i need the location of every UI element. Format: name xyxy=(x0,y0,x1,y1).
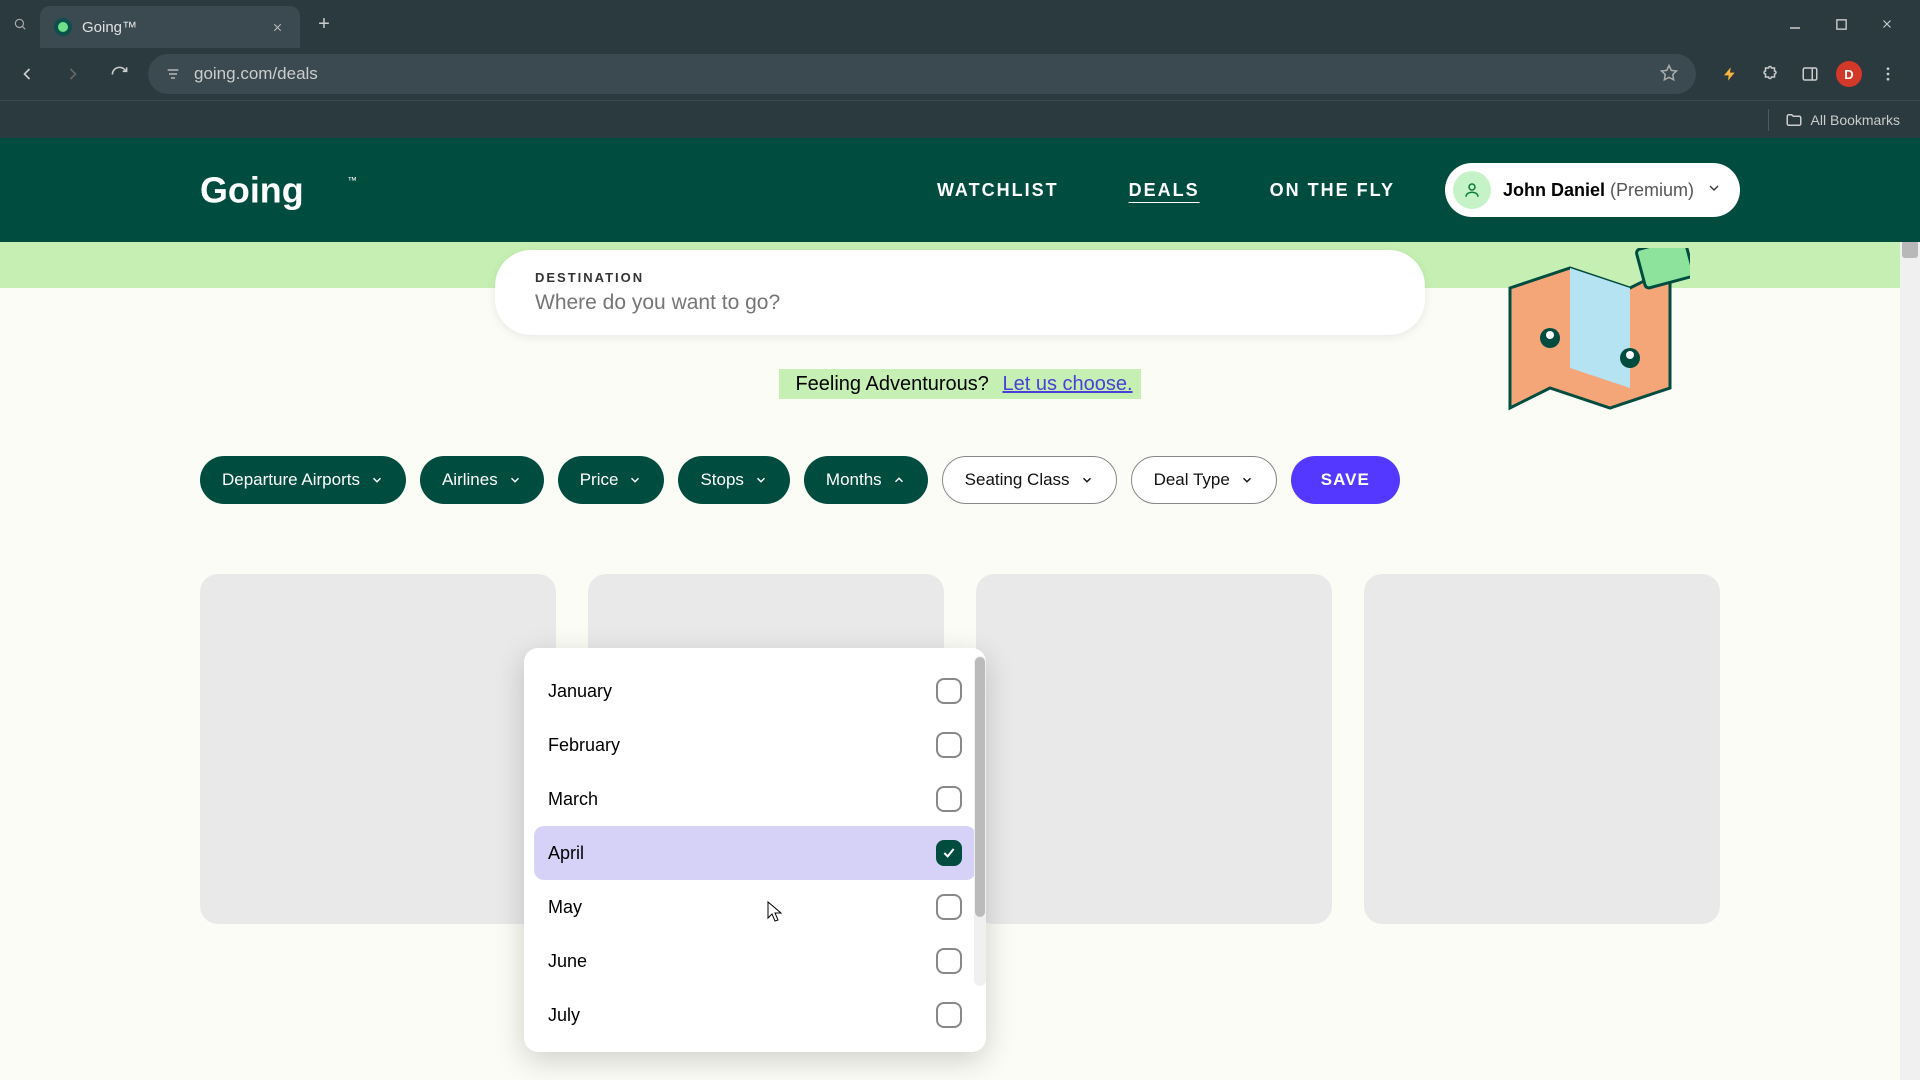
user-avatar-icon xyxy=(1453,171,1491,209)
filter-seating-class[interactable]: Seating Class xyxy=(942,456,1117,504)
month-label: February xyxy=(548,735,620,756)
months-list: January February March April May June July xyxy=(524,648,986,1052)
site-header: Going ™ WATCHLIST DEALS ON THE FLY John … xyxy=(0,138,1920,242)
checkbox-icon[interactable] xyxy=(936,840,962,866)
month-option-march[interactable]: March xyxy=(534,772,976,826)
month-label: January xyxy=(548,681,612,702)
nav-watchlist[interactable]: WATCHLIST xyxy=(937,180,1059,201)
month-label: July xyxy=(548,1005,580,1026)
save-button[interactable]: SAVE xyxy=(1291,456,1400,504)
chevron-down-icon xyxy=(370,473,384,487)
kebab-menu-icon[interactable] xyxy=(1874,60,1902,88)
destination-search-card: DESTINATION xyxy=(495,250,1425,335)
url-box[interactable]: going.com/deals xyxy=(148,54,1696,94)
dropdown-scrollbar[interactable] xyxy=(974,656,986,986)
extension-bolt-icon[interactable] xyxy=(1716,60,1744,88)
profile-avatar[interactable]: D xyxy=(1836,61,1862,87)
page-viewport: Going ™ WATCHLIST DEALS ON THE FLY John … xyxy=(0,138,1920,1080)
tab-bar: Going™ + xyxy=(0,0,1920,48)
browser-tab[interactable]: Going™ xyxy=(40,6,300,48)
month-option-january[interactable]: January xyxy=(534,664,976,718)
deal-card-placeholder[interactable] xyxy=(200,574,556,924)
address-bar: going.com/deals D xyxy=(0,48,1920,100)
nav-deals[interactable]: DEALS xyxy=(1129,180,1200,201)
divider xyxy=(1768,109,1769,131)
chevron-up-icon xyxy=(892,473,906,487)
chevron-down-icon xyxy=(754,473,768,487)
tab-title: Going™ xyxy=(82,19,258,36)
deal-card-placeholder[interactable] xyxy=(1364,574,1720,924)
filter-price[interactable]: Price xyxy=(558,456,665,504)
back-button[interactable] xyxy=(10,57,44,91)
month-label: April xyxy=(548,843,584,864)
chevron-down-icon xyxy=(1080,473,1094,487)
window-controls xyxy=(1786,15,1912,33)
new-tab-button[interactable]: + xyxy=(308,8,340,40)
month-label: June xyxy=(548,951,587,972)
month-label: March xyxy=(548,789,598,810)
maximize-icon[interactable] xyxy=(1832,15,1850,33)
filter-airlines[interactable]: Airlines xyxy=(420,456,544,504)
checkbox-icon[interactable] xyxy=(936,678,962,704)
let-us-choose-link[interactable]: Let us choose. xyxy=(1002,373,1132,395)
checkbox-icon[interactable] xyxy=(936,948,962,974)
reload-button[interactable] xyxy=(102,57,136,91)
chevron-down-icon xyxy=(628,473,642,487)
map-illustration-icon xyxy=(1490,248,1690,428)
tab-search-icon[interactable] xyxy=(8,12,32,36)
checkbox-icon[interactable] xyxy=(936,786,962,812)
logo[interactable]: Going ™ xyxy=(50,165,370,215)
scrollbar-thumb[interactable] xyxy=(975,657,985,917)
chevron-down-icon xyxy=(1706,180,1722,201)
adventurous-prefix: Feeling Adventurous? xyxy=(787,369,1002,399)
all-bookmarks-label: All Bookmarks xyxy=(1811,112,1900,128)
month-label: May xyxy=(548,897,582,918)
bookmarks-bar: All Bookmarks xyxy=(0,100,1920,138)
all-bookmarks-button[interactable]: All Bookmarks xyxy=(1785,111,1900,129)
url-text: going.com/deals xyxy=(194,64,1648,84)
chevron-down-icon xyxy=(508,473,522,487)
filter-months[interactable]: Months xyxy=(804,456,928,504)
bookmark-star-icon[interactable] xyxy=(1660,64,1680,84)
minimize-icon[interactable] xyxy=(1786,15,1804,33)
filter-deal-type[interactable]: Deal Type xyxy=(1131,456,1277,504)
svg-text:™: ™ xyxy=(347,175,356,186)
month-option-april[interactable]: April xyxy=(534,826,976,880)
month-option-july[interactable]: July xyxy=(534,988,976,1042)
month-option-june[interactable]: June xyxy=(534,934,976,988)
window-close-icon[interactable] xyxy=(1878,15,1896,33)
site-settings-icon[interactable] xyxy=(164,65,182,83)
main-nav: WATCHLIST DEALS ON THE FLY xyxy=(937,180,1395,201)
forward-button[interactable] xyxy=(56,57,90,91)
close-icon[interactable] xyxy=(268,18,286,36)
month-option-may[interactable]: May xyxy=(534,880,976,934)
months-dropdown: January February March April May June July xyxy=(524,648,986,1052)
checkbox-icon[interactable] xyxy=(936,732,962,758)
page-scrollbar[interactable] xyxy=(1900,138,1920,1080)
month-option-february[interactable]: February xyxy=(534,718,976,772)
filter-stops[interactable]: Stops xyxy=(678,456,789,504)
side-panel-icon[interactable] xyxy=(1796,60,1824,88)
logo-text: Going xyxy=(200,170,304,210)
folder-icon xyxy=(1785,111,1803,129)
deal-card-placeholder[interactable] xyxy=(976,574,1332,924)
user-menu[interactable]: John Daniel (Premium) xyxy=(1445,163,1740,217)
favicon-icon xyxy=(54,18,72,36)
user-name-label: John Daniel (Premium) xyxy=(1503,180,1694,201)
filter-departure-airports[interactable]: Departure Airports xyxy=(200,456,406,504)
nav-onthefly[interactable]: ON THE FLY xyxy=(1270,180,1395,201)
checkbox-icon[interactable] xyxy=(936,1002,962,1028)
browser-chrome: Going™ + going.com/deals D xyxy=(0,0,1920,138)
checkbox-icon[interactable] xyxy=(936,894,962,920)
destination-label: DESTINATION xyxy=(535,270,1385,285)
extensions-icon[interactable] xyxy=(1756,60,1784,88)
extension-icons: D xyxy=(1708,60,1910,88)
chevron-down-icon xyxy=(1240,473,1254,487)
destination-input[interactable] xyxy=(535,291,1385,315)
